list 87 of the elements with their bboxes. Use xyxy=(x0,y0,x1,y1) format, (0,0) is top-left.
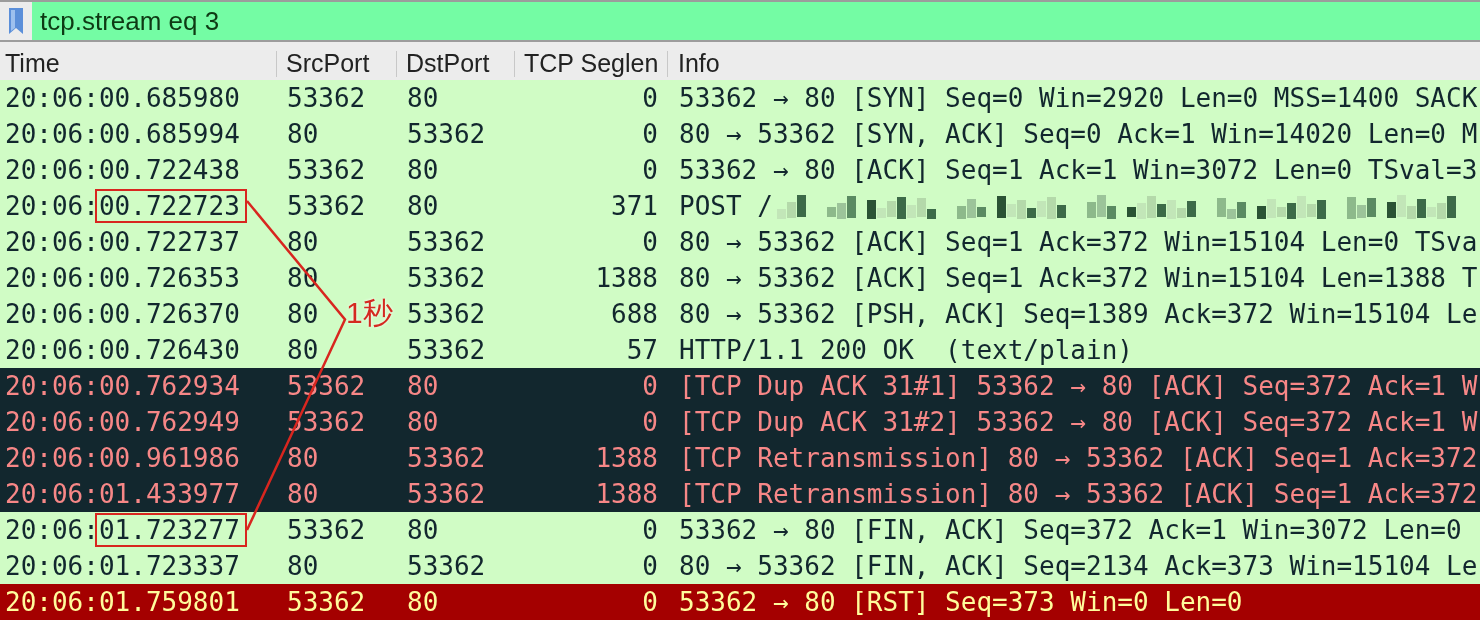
table-cell: 53362 → 80 [ACK] Seq=1 Ack=1 Win=3072 Len=0 TSval=3 xyxy=(679,157,1478,183)
table-cell: 20:06:00.685994 xyxy=(5,121,240,147)
table-cell: 1388 xyxy=(595,481,658,507)
table-cell: 53362 xyxy=(287,193,366,219)
packet-row[interactable]: 20:06:01.433977 80 53362 1388 [TCP Retransmission] 80 → 53362 [ACK] Seq=1 Ack=372 xyxy=(0,476,1480,512)
table-cell: 53362 → 80 [FIN, ACK] Seq=372 Ack=1 Win=3072 Len=0 xyxy=(679,517,1462,543)
table-cell: 20:06:01.759801 xyxy=(5,589,240,615)
table-cell: 80 → 53362 [SYN, ACK] Seq=0 Ack=1 Win=14020 Len=0 M xyxy=(679,121,1478,147)
table-cell: 80 xyxy=(407,157,439,183)
table-cell: 80 xyxy=(287,481,319,507)
table-cell: [TCP Dup ACK 31#1] 53362 → 80 [ACK] Seq=372 Ack=1 W xyxy=(679,373,1478,399)
column-header[interactable]: TCP Seglen xyxy=(514,51,667,77)
packet-row[interactable]: 20:06:00.685994 80 53362 0 80 → 53362 [SYN, ACK] Seq=0 Ack=1 Win=14020 Len=0 M xyxy=(0,116,1480,152)
packet-row[interactable]: 20:06:00.961986 80 53362 1388 [TCP Retransmission] 80 → 53362 [ACK] Seq=1 Ack=372 xyxy=(0,440,1480,476)
table-cell: 53362 xyxy=(287,157,366,183)
column-header[interactable]: SrcPort xyxy=(276,51,396,77)
table-cell: 80 xyxy=(287,301,319,327)
table-cell: 20:06:01.433977 xyxy=(5,481,240,507)
column-header[interactable]: Time xyxy=(0,51,276,77)
table-cell: 53362 → 80 [SYN] Seq=0 Win=2920 Len=0 MSS=1400 SACK xyxy=(679,85,1478,111)
table-cell: 688 xyxy=(611,301,658,327)
table-cell: 20:06:00.762934 xyxy=(5,373,240,399)
table-cell: 53362 → 80 [RST] Seq=373 Win=0 Len=0 xyxy=(679,589,1243,615)
bookmark-icon[interactable] xyxy=(9,8,23,34)
table-cell: 20:06:00.961986 xyxy=(5,445,240,471)
table-cell: 80 xyxy=(407,409,439,435)
table-cell: 53362 xyxy=(287,589,366,615)
table-cell: POST / xyxy=(679,193,773,219)
table-cell: 20:06:01.723337 xyxy=(5,553,240,579)
table-cell: 80 xyxy=(407,193,439,219)
table-cell: 20:06:00.726370 xyxy=(5,301,240,327)
table-cell: 80 xyxy=(287,553,319,579)
packet-row[interactable]: 20:06:00.726430 80 53362 57 HTTP/1.1 200 OK (text/plain) xyxy=(0,332,1480,368)
table-cell: 80 xyxy=(407,85,439,111)
table-cell: 20:06:00.685980 xyxy=(5,85,240,111)
packet-row[interactable]: 20:06:00.722438 53362 80 0 53362 → 80 [ACK] Seq=1 Ack=1 Win=3072 Len=0 TSval=3 xyxy=(0,152,1480,188)
table-cell: 80 xyxy=(287,337,319,363)
table-cell: 53362 xyxy=(407,553,486,579)
table-cell: HTTP/1.1 200 OK (text/plain) xyxy=(679,337,1133,363)
column-header[interactable]: DstPort xyxy=(396,51,514,77)
table-cell: 80 xyxy=(287,121,319,147)
table-cell: 0 xyxy=(642,157,658,183)
table-cell: 53362 xyxy=(407,229,486,255)
table-cell: 53362 xyxy=(407,301,486,327)
table-cell: 57 xyxy=(626,337,658,363)
table-cell: 53362 xyxy=(287,85,366,111)
table-cell: 0 xyxy=(642,517,658,543)
table-cell: 80 xyxy=(407,589,439,615)
table-cell: [TCP Retransmission] 80 → 53362 [ACK] Seq=1 Ack=372 xyxy=(679,481,1478,507)
duration-label: 1秒 xyxy=(346,298,393,329)
packet-row[interactable]: 20:06:01.723337 80 53362 0 80 → 53362 [FIN, ACK] Seq=2134 Ack=373 Win=15104 Le xyxy=(0,548,1480,584)
packet-row[interactable]: 20:06:01.759801 53362 80 0 53362 → 80 [RST] Seq=373 Win=0 Len=0 xyxy=(0,584,1480,620)
table-cell: 0 xyxy=(642,589,658,615)
table-cell: 371 xyxy=(611,193,658,219)
table-cell: 0 xyxy=(642,85,658,111)
table-cell: 80 → 53362 [ACK] Seq=1 Ack=372 Win=15104 Len=1388 T xyxy=(679,265,1478,291)
table-cell: 20:06:00.722737 xyxy=(5,229,240,255)
table-cell: 0 xyxy=(642,229,658,255)
table-cell: 80 xyxy=(407,373,439,399)
table-cell: [TCP Dup ACK 31#2] 53362 → 80 [ACK] Seq=372 Ack=1 W xyxy=(679,409,1478,435)
table-cell: 80 xyxy=(287,445,319,471)
table-cell: 80 xyxy=(287,229,319,255)
table-cell: 53362 xyxy=(407,265,486,291)
packet-row[interactable]: 20:06:00.685980 53362 80 0 53362 → 80 [SYN] Seq=0 Win=2920 Len=0 MSS=1400 SACK xyxy=(0,80,1480,116)
table-cell: 0 xyxy=(642,409,658,435)
table-cell: 1388 xyxy=(595,445,658,471)
table-cell: 80 → 53362 [ACK] Seq=1 Ack=372 Win=15104 Len=0 TSva xyxy=(679,229,1478,255)
table-cell: 80 → 53362 [PSH, ACK] Seq=1389 Ack=372 Win=15104 Le xyxy=(679,301,1478,327)
table-cell: 0 xyxy=(642,121,658,147)
table-cell: 20:06:00.762949 xyxy=(5,409,240,435)
table-cell: 53362 xyxy=(407,337,486,363)
table-cell: 20:06:00.726353 xyxy=(5,265,240,291)
display-filter-field[interactable]: tcp.stream eq 3 xyxy=(32,2,1480,40)
table-cell: 1388 xyxy=(595,265,658,291)
table-cell: 53362 xyxy=(407,481,486,507)
table-cell: 53362 xyxy=(407,121,486,147)
table-cell: 80 → 53362 [FIN, ACK] Seq=2134 Ack=373 Win=15104 Le xyxy=(679,553,1478,579)
table-cell: 20:06:00.722438 xyxy=(5,157,240,183)
table-cell: 53362 xyxy=(407,445,486,471)
table-cell: 20:06:00.726430 xyxy=(5,337,240,363)
column-header[interactable]: Info xyxy=(667,51,1480,77)
table-cell: 0 xyxy=(642,373,658,399)
table-cell: 80 xyxy=(407,517,439,543)
table-cell: 53362 xyxy=(287,517,366,543)
table-cell: [TCP Retransmission] 80 → 53362 [ACK] Seq=1 Ack=372 xyxy=(679,445,1478,471)
table-cell: 0 xyxy=(642,553,658,579)
packet-row[interactable]: 20:06:00.722737 80 53362 0 80 → 53362 [ACK] Seq=1 Ack=372 Win=15104 Len=0 TSva xyxy=(0,224,1480,260)
